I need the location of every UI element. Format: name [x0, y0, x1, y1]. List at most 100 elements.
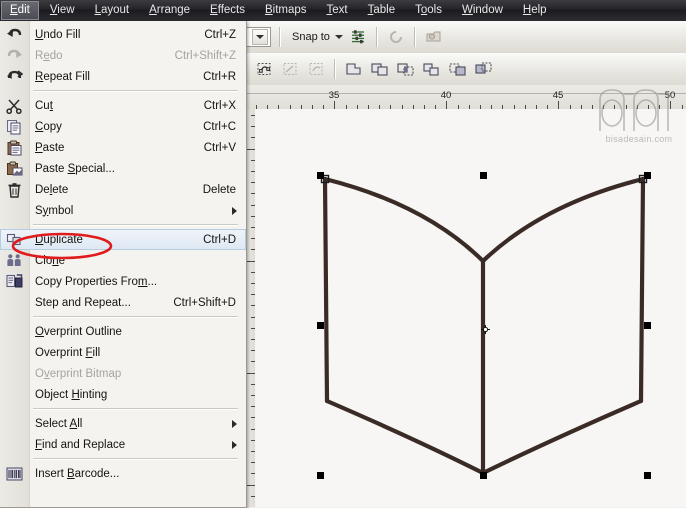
menu-item-label: Delete — [35, 183, 69, 196]
duplicate-icon — [4, 230, 25, 249]
options-icon[interactable] — [347, 26, 369, 48]
menu-item-shortcut: Ctrl+X — [203, 99, 236, 112]
menu-item-paste-special[interactable]: Paste Special... — [0, 158, 246, 179]
trim-icon[interactable] — [369, 58, 391, 80]
menu-item-duplicate[interactable]: Duplicate Ctrl+D — [0, 229, 246, 250]
toolbar-separator — [375, 27, 378, 47]
menubar-item-edit[interactable]: Edit — [1, 1, 39, 20]
submenu-arrow-icon — [232, 419, 237, 428]
convert-outline-to-object-icon — [305, 58, 327, 80]
menu-item-label: Overprint Bitmap — [35, 367, 122, 380]
menu-item-select-all[interactable]: Select All — [0, 413, 246, 434]
menu-item-symbol[interactable]: Symbol — [0, 200, 246, 221]
redo-icon — [4, 46, 25, 65]
menu-item-overprint-fill[interactable]: Overprint Fill — [0, 342, 246, 363]
coreldraw-window: Edit View Layout Arrange Effects Bitmaps Text T… — [0, 0, 686, 508]
menu-item-shortcut: Ctrl+Shift+D — [173, 296, 236, 309]
menu-separator — [33, 316, 238, 318]
ruler-tick — [334, 101, 336, 109]
ruler-label: 40 — [440, 90, 452, 101]
ruler-tick — [558, 101, 560, 109]
menu-item-insert-barcode[interactable]: Insert Barcode... — [0, 463, 246, 484]
menu-item-label: Paste — [35, 141, 65, 154]
menu-item-overprint-bitmap: Overprint Bitmap — [0, 363, 246, 384]
selection-handle-middle-right[interactable] — [644, 322, 651, 329]
menubar-item-view[interactable]: View — [41, 1, 84, 20]
menu-bar: Edit View Layout Arrange Effects Bitmaps Text T… — [0, 0, 686, 21]
selection-handle-bottom-right[interactable] — [644, 472, 651, 479]
menu-item-shortcut: Delete — [202, 183, 236, 196]
menu-separator — [33, 458, 238, 460]
selection-handle-middle-left[interactable] — [317, 322, 324, 329]
menu-item-shortcut: Ctrl+D — [203, 233, 236, 246]
menu-item-cut[interactable]: Cut Ctrl+X — [0, 95, 246, 116]
menubar-item-bitmaps[interactable]: Bitmaps — [256, 1, 316, 20]
menubar-item-table[interactable]: Table — [359, 1, 405, 20]
menu-item-label: Duplicate — [35, 233, 83, 246]
ruler-label: 45 — [552, 90, 564, 101]
menu-item-label: Copy — [35, 120, 62, 133]
drawing-canvas[interactable] — [255, 109, 686, 507]
menubar-item-effects[interactable]: Effects — [201, 1, 254, 20]
toolbar-separator — [334, 59, 336, 79]
menu-item-undo-fill[interactable]: Undo Fill Ctrl+Z — [0, 24, 246, 45]
clone-icon — [4, 251, 25, 270]
snap-to-label[interactable]: Snap to — [286, 31, 334, 43]
simplify-icon[interactable] — [421, 58, 443, 80]
rotation-center-marker[interactable] — [481, 325, 490, 334]
selection-handle-bottom-center[interactable] — [480, 472, 487, 479]
weld-icon[interactable] — [343, 58, 365, 80]
menu-item-label: Cut — [35, 99, 53, 112]
front-minus-back-icon[interactable] — [447, 58, 469, 80]
menu-item-label: Overprint Outline — [35, 325, 122, 338]
intersect-icon[interactable] — [395, 58, 417, 80]
menu-item-label: Step and Repeat... — [35, 296, 131, 309]
menu-item-label: Insert Barcode... — [35, 467, 120, 480]
menu-item-shortcut: Ctrl+C — [203, 120, 236, 133]
undo-icon — [4, 25, 25, 44]
menubar-item-help[interactable]: Help — [514, 1, 556, 20]
back-minus-front-icon[interactable] — [473, 58, 495, 80]
menubar-item-layout[interactable]: Layout — [86, 1, 139, 20]
menu-item-paste[interactable]: Paste Ctrl+V — [0, 137, 246, 158]
menu-item-delete[interactable]: Delete Delete — [0, 179, 246, 200]
menubar-item-window[interactable]: Window — [453, 1, 512, 20]
menu-item-label: Symbol — [35, 204, 74, 217]
ruler-tick — [446, 101, 448, 109]
menu-item-repeat-fill[interactable]: Repeat Fill Ctrl+R — [0, 66, 246, 87]
zoom-dropdown-arrow[interactable] — [252, 29, 268, 45]
menu-separator — [33, 90, 238, 92]
menu-item-label: Clone — [35, 254, 66, 267]
submenu-arrow-icon — [232, 206, 237, 215]
menu-item-overprint-outline[interactable]: Overprint Outline — [0, 321, 246, 342]
convert-to-curves-icon[interactable] — [253, 58, 275, 80]
menu-item-copy-properties-from[interactable]: Copy Properties From... — [0, 271, 246, 292]
horizontal-ruler[interactable]: 35 40 45 50 — [246, 85, 686, 110]
scissors-icon — [4, 96, 25, 115]
menu-item-label: Overprint Fill — [35, 346, 101, 359]
ruler-label: 50 — [664, 90, 676, 101]
menu-item-step-and-repeat[interactable]: Step and Repeat... Ctrl+Shift+D — [0, 292, 246, 313]
snap-to-dropdown-arrow[interactable] — [334, 27, 345, 47]
menubar-item-tools[interactable]: Tools — [406, 1, 451, 20]
selection-handle-top-center[interactable] — [480, 172, 487, 179]
menubar-item-text[interactable]: Text — [318, 1, 357, 20]
menubar-item-arrange[interactable]: Arrange — [140, 1, 199, 20]
menu-item-find-and-replace[interactable]: Find and Replace — [0, 434, 246, 455]
application-launcher-icon — [423, 26, 445, 48]
copy-icon — [4, 117, 25, 136]
selection-handle-bottom-left[interactable] — [317, 472, 324, 479]
menu-separator — [33, 408, 238, 410]
menu-item-clone[interactable]: Clone — [0, 250, 246, 271]
selection-handle-top-right[interactable] — [644, 172, 651, 179]
edit-dropdown-menu: Undo Fill Ctrl+Z Redo Ctrl+Shift+Z Repeat Fi… — [0, 21, 247, 508]
ruler-tick — [247, 372, 255, 374]
menu-item-object-hinting[interactable]: Object Hinting — [0, 384, 246, 405]
menu-item-redo: Redo Ctrl+Shift+Z — [0, 45, 246, 66]
copy-properties-icon — [4, 272, 25, 291]
menu-item-shortcut: Ctrl+Shift+Z — [174, 49, 236, 62]
open-book-shape[interactable] — [255, 109, 686, 507]
selection-handle-top-left[interactable] — [317, 172, 324, 179]
menu-item-copy[interactable]: Copy Ctrl+C — [0, 116, 246, 137]
submenu-arrow-icon — [232, 440, 237, 449]
